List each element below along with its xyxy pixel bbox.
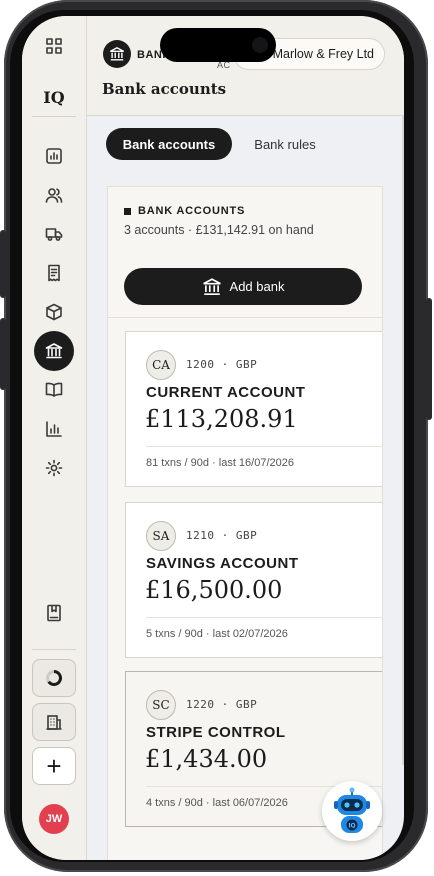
account-card[interactable]: CA 1200 · GBP CURRENT ACCOUNT £113,208.9… xyxy=(125,331,383,487)
section-heading: BANK ACCOUNTS xyxy=(124,205,245,217)
panel-divider xyxy=(108,317,382,318)
account-badge: SA xyxy=(146,521,176,551)
section-marker xyxy=(124,207,131,215)
bank-icon[interactable] xyxy=(34,331,74,371)
card-divider xyxy=(146,617,383,618)
account-code: 1200 · GBP xyxy=(186,358,258,371)
guide-book-icon[interactable] xyxy=(34,593,74,633)
delivery-truck-icon[interactable] xyxy=(34,214,74,254)
sidebar: IQ + JW xyxy=(22,16,87,860)
screen: IQ + JW BANK AC Marlow & Frey Ltd Bank a… xyxy=(22,16,404,860)
account-balance: £1,434.00 xyxy=(145,745,268,773)
invoice-icon[interactable] xyxy=(34,253,74,293)
tab-bank-accounts[interactable]: Bank accounts xyxy=(106,128,232,160)
account-card[interactable]: SA 1210 · GBP SAVINGS ACCOUNT £16,500.00… xyxy=(125,502,383,658)
account-name: STRIPE CONTROL xyxy=(146,724,286,741)
sidebar-divider xyxy=(32,116,76,117)
add-bank-label: Add bank xyxy=(229,279,285,294)
camera-icon xyxy=(252,37,268,53)
volume-down-button xyxy=(0,318,6,390)
power-button xyxy=(426,298,432,420)
plus-icon[interactable]: + xyxy=(32,747,76,785)
account-name: CURRENT ACCOUNT xyxy=(146,384,306,401)
account-badge: CA xyxy=(146,350,176,380)
card-divider xyxy=(146,446,383,447)
add-bank-button[interactable]: Add bank xyxy=(124,268,362,305)
contacts-icon[interactable] xyxy=(34,175,74,215)
bank-icon xyxy=(202,277,221,295)
sidebar-divider-bottom xyxy=(32,649,76,650)
app-logo[interactable]: IQ xyxy=(34,88,74,107)
account-name: SAVINGS ACCOUNT xyxy=(146,555,299,572)
package-icon[interactable] xyxy=(34,292,74,332)
account-balance: £113,208.91 xyxy=(145,405,298,433)
dynamic-island xyxy=(160,28,276,62)
account-meta: 5 txns / 90d · last 02/07/2026 xyxy=(146,628,288,640)
account-balance: £16,500.00 xyxy=(145,576,283,604)
header-bank-icon xyxy=(103,40,131,68)
account-meta: 81 txns / 90d · last 16/07/2026 xyxy=(146,457,294,469)
settings-gear-icon[interactable] xyxy=(34,448,74,488)
progress-ring-icon[interactable] xyxy=(32,659,76,697)
volume-up-button xyxy=(0,230,6,298)
reports-chart-icon[interactable] xyxy=(34,409,74,449)
account-code: 1210 · GBP xyxy=(186,529,258,542)
dashboard-icon[interactable] xyxy=(34,136,74,176)
page-title: Bank accounts xyxy=(102,80,227,98)
account-code: 1220 · GBP xyxy=(186,698,258,711)
scrollbar[interactable] xyxy=(402,115,404,765)
robot-label: IQ xyxy=(348,823,355,830)
company-building-icon[interactable] xyxy=(32,703,76,741)
section-heading-text: BANK ACCOUNTS xyxy=(138,205,246,217)
accounts-summary: 3 accounts · £131,142.91 on hand xyxy=(124,223,314,237)
account-meta: 4 txns / 90d · last 06/07/2026 xyxy=(146,797,288,809)
tab-bank-rules[interactable]: Bank rules xyxy=(240,128,330,160)
robot-assistant-icon[interactable]: IQ xyxy=(322,781,382,841)
account-badge: SC xyxy=(146,690,176,720)
ledger-book-icon[interactable] xyxy=(34,370,74,410)
apps-grid-icon[interactable] xyxy=(34,26,74,66)
avatar[interactable]: JW xyxy=(39,804,69,834)
